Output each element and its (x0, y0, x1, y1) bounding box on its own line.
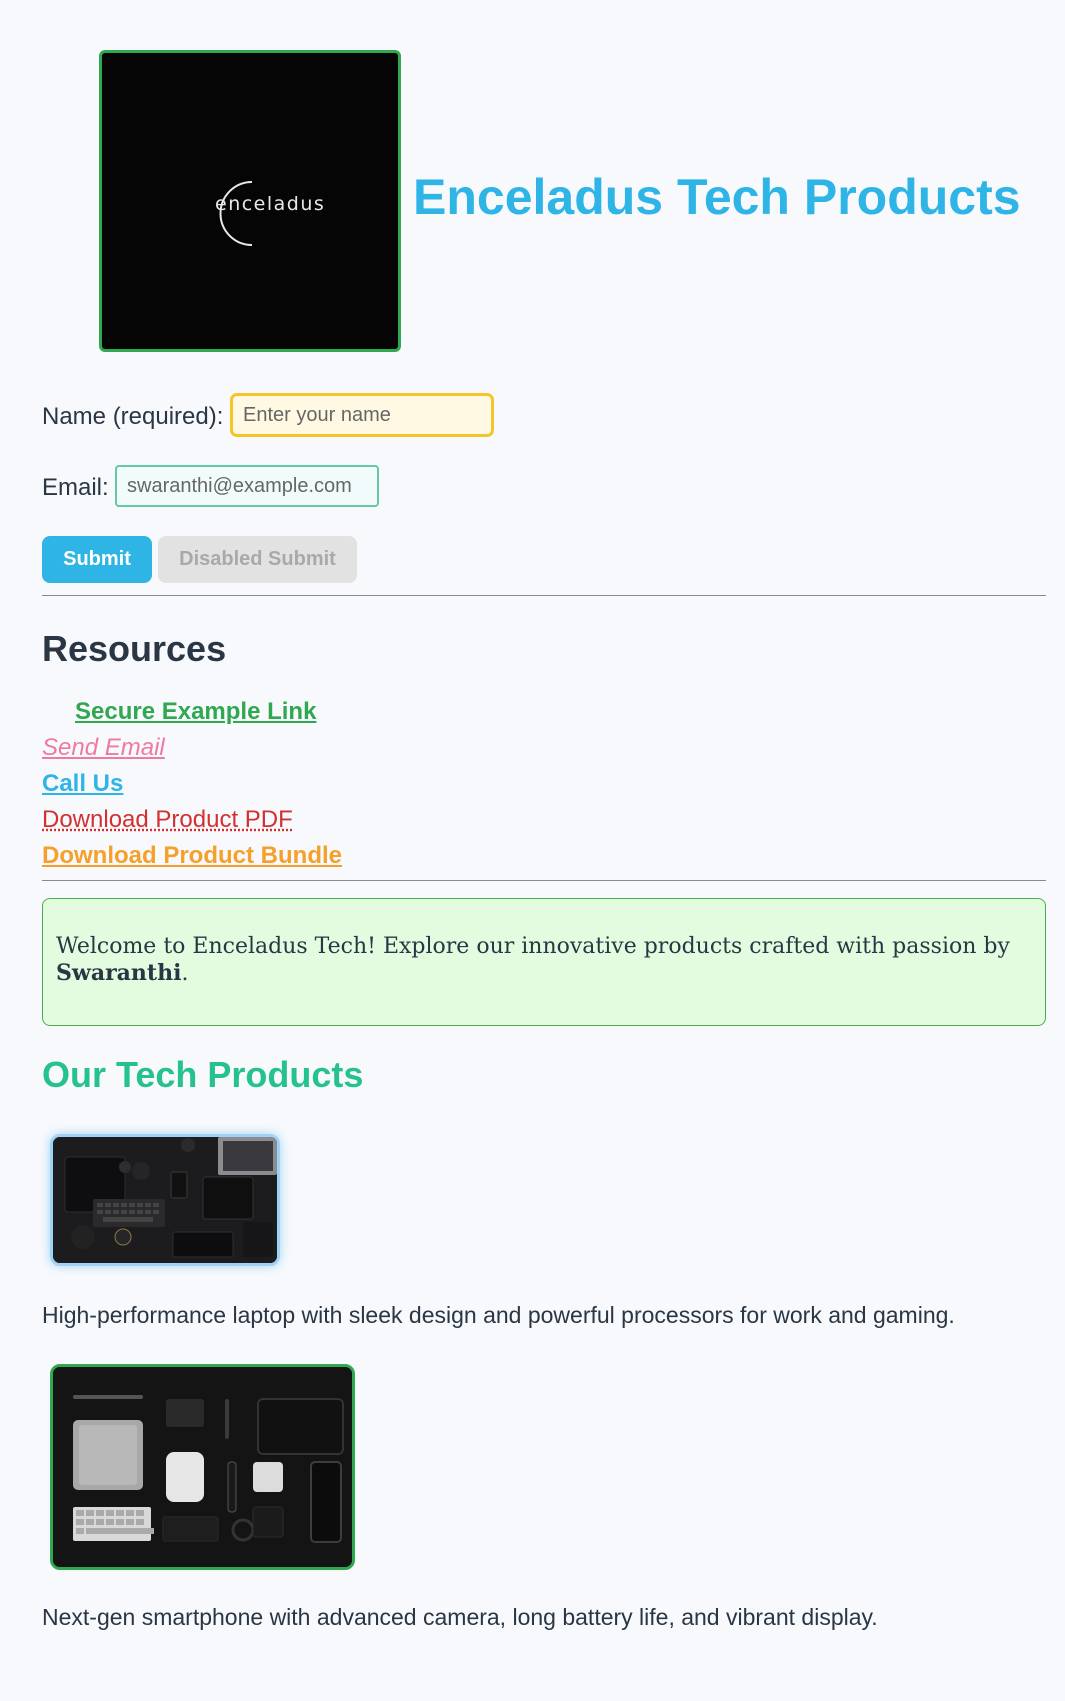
email-label: Email: (42, 474, 109, 501)
submit-button[interactable]: Submit (42, 536, 152, 583)
laptop-product-image (50, 1134, 280, 1266)
name-label: Name (required): (42, 403, 224, 430)
send-email-link[interactable]: Send Email (42, 734, 165, 762)
products-heading: Our Tech Products (42, 1054, 364, 1095)
logo-text: enceladus (215, 193, 326, 215)
welcome-message: Welcome to Enceladus Tech! Explore our i… (42, 898, 1046, 1026)
smartphone-gadgets-icon (53, 1367, 352, 1567)
author-name: Swaranthi (56, 960, 182, 986)
welcome-text: Welcome to Enceladus Tech! Explore our i… (56, 934, 1010, 959)
secure-example-link[interactable]: Secure Example Link (75, 698, 316, 726)
product-description: High-performance laptop with sleek desig… (42, 1302, 955, 1328)
enceladus-logo: enceladus (99, 50, 401, 352)
divider (42, 880, 1046, 881)
product-description: Next-gen smartphone with advanced camera… (42, 1604, 878, 1630)
resources-heading: Resources (42, 628, 227, 669)
name-input[interactable] (230, 393, 494, 437)
divider (42, 595, 1046, 596)
disabled-submit-button: Disabled Submit (158, 536, 357, 583)
page: enceladus Enceladus Tech Products Name (… (0, 0, 1065, 1701)
welcome-text-end: . (181, 961, 189, 986)
page-title: Enceladus Tech Products (413, 169, 1021, 225)
smartphone-product-image (50, 1364, 355, 1570)
download-bundle-link[interactable]: Download Product Bundle (42, 842, 342, 870)
download-pdf-link[interactable]: Download Product PDF (42, 806, 293, 834)
laptop-accessories-icon (53, 1137, 277, 1263)
email-input[interactable] (115, 465, 379, 507)
call-us-link[interactable]: Call Us (42, 770, 123, 798)
